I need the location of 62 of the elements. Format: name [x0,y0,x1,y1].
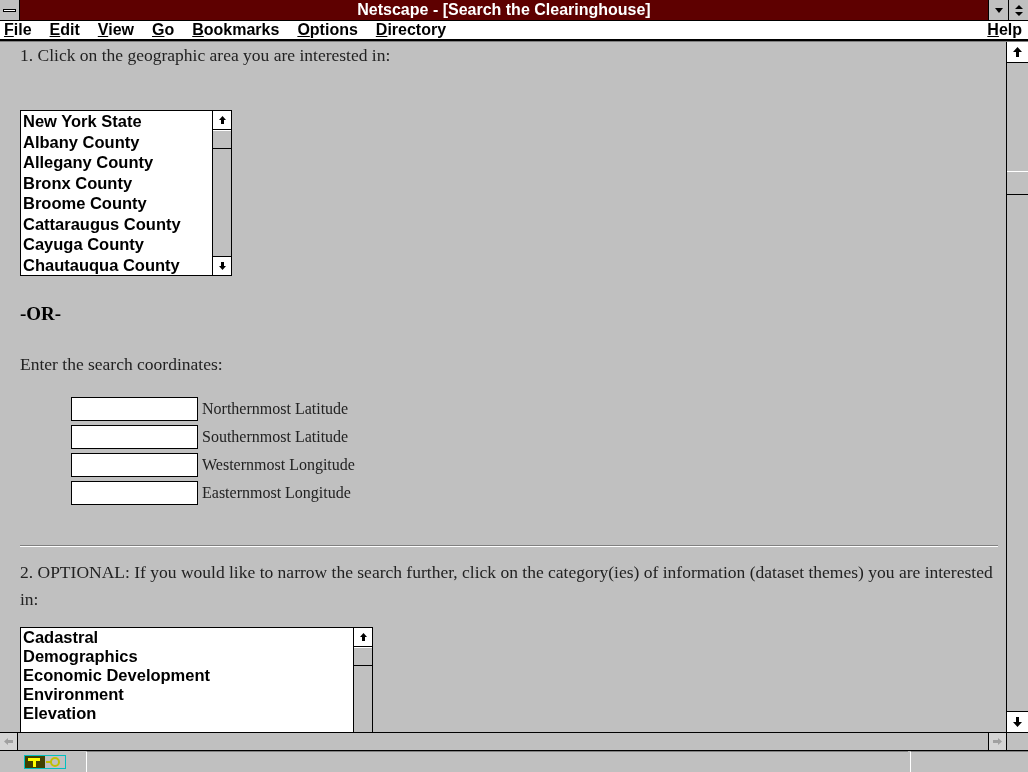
menu-item[interactable]: Help [987,18,1028,42]
menu-item[interactable]: View [97,18,134,42]
down-arrow-icon [218,262,226,271]
scroll-right-button[interactable] [988,733,1006,750]
scroll-up-button[interactable] [354,628,372,647]
instruction-text: 2. OPTIONAL: If you would like to narrow the search further, click on the category(ies) of information (dataset themes) you are interested in: [20,561,994,611]
window-title: Netscape - [Search the Clearinghouse] [356,0,652,20]
system-menu-button[interactable] [0,0,20,20]
scroll-thumb[interactable] [1007,171,1028,195]
left-arrow-icon [4,738,13,745]
down-arrow-icon [1013,717,1022,727]
up-arrow-icon [359,633,367,641]
up-down-triangles-icon [1014,4,1023,16]
menu-item[interactable]: Bookmarks [192,18,280,42]
up-arrow-icon [218,116,226,125]
field-label: Westernmost Longitude [202,455,355,476]
menu-item[interactable]: File [4,18,32,42]
scroll-left-button[interactable] [0,733,18,750]
system-menu-icon [3,8,16,12]
list-option[interactable]: Albany County [23,131,212,153]
coordinate-input[interactable] [71,397,198,421]
or-heading: -OR- [20,302,63,327]
list-option[interactable]: Economic Development [23,666,353,685]
menu-item[interactable]: Go [152,18,175,42]
menu-item[interactable]: Options [297,18,358,42]
scroll-up-button[interactable] [213,111,231,131]
field-label: Southernmost Latitude [202,427,349,447]
scroll-down-button[interactable] [213,256,231,276]
vertical-scrollbar[interactable] [1006,42,1028,732]
list-option[interactable]: Allegany County [23,152,212,173]
coordinate-input[interactable] [71,425,198,449]
restore-button[interactable] [1008,0,1028,20]
security-key-icon[interactable] [24,754,66,769]
down-triangle-icon [994,7,1003,13]
list-option[interactable]: New York State [23,111,212,132]
minimize-button[interactable] [988,0,1008,20]
menu-item[interactable]: Edit [49,18,80,42]
field-label: Northernmost Latitude [202,399,349,419]
coordinate-input[interactable] [71,453,198,477]
scroll-thumb[interactable] [354,647,372,666]
list-option[interactable]: Demographics [23,647,353,666]
scroll-thumb[interactable] [213,130,231,150]
list-option[interactable]: Bronx County [23,172,212,194]
theme-listbox[interactable]: Cadastral Demographics Economic Development Environment Elevation [20,627,373,732]
list-option[interactable]: Cayuga County [23,234,212,255]
region-listbox[interactable]: New York State Albany County Allegany County Bronx County Broome County Cattaraugus County Cayuga County Chautauqua County [20,110,232,277]
list-option[interactable]: Broome County [23,193,212,214]
horizontal-scrollbar[interactable] [0,732,1028,751]
coordinate-input[interactable] [71,481,198,505]
up-arrow-icon [1013,47,1022,57]
scroll-down-button[interactable] [1007,711,1028,732]
list-option[interactable]: Chautauqua County [23,254,212,276]
list-option[interactable]: Elevation [23,704,353,723]
list-option[interactable]: Cattaraugus County [23,213,212,235]
menu-item[interactable]: Directory [375,18,447,42]
right-arrow-icon [993,738,1002,745]
list-option[interactable]: Environment [23,685,353,704]
field-label: Easternmost Longitude [202,483,351,504]
instruction-text: 1. Click on the geographic area you are interested in: [20,44,392,67]
instruction-text: Enter the search coordinates: [20,352,224,376]
list-option[interactable]: Cadastral [23,628,353,647]
scroll-up-button[interactable] [1007,42,1028,63]
